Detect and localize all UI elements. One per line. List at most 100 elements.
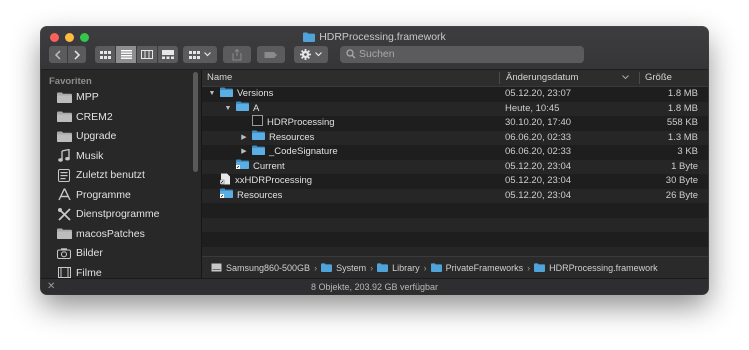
file-date: 05.12.20, 23:07 xyxy=(505,88,572,99)
folder-icon xyxy=(321,262,333,274)
list-item[interactable]: ▼ Versions 05.12.20, 23:07 1.8 MB xyxy=(202,87,708,102)
folder-icon xyxy=(252,145,265,161)
share-icon xyxy=(232,48,242,60)
back-button[interactable] xyxy=(49,46,68,63)
chevron-right-icon: › xyxy=(423,263,427,273)
list-item[interactable]: ▶ _CodeSignature 06.06.20, 02:33 3 KB xyxy=(202,145,708,160)
sidebar-item-recents[interactable]: Zuletzt benutzt xyxy=(56,166,145,184)
path-item[interactable]: Samsung860-500GB xyxy=(211,263,310,274)
sidebar-item-label: Filme xyxy=(76,266,102,279)
file-name: _CodeSignature xyxy=(269,146,338,157)
window-title-text: HDRProcessing.framework xyxy=(319,31,446,43)
hard-drive-icon xyxy=(211,263,222,274)
disclosure-open-icon[interactable]: ▼ xyxy=(223,102,233,117)
file-size: 3 KB xyxy=(677,146,698,157)
disclosure-closed-icon[interactable]: ▶ xyxy=(239,131,249,146)
folder-icon xyxy=(56,110,72,124)
search-icon xyxy=(346,49,356,59)
search-field[interactable]: Suchen xyxy=(340,46,584,63)
path-item[interactable]: Library xyxy=(377,262,420,274)
path-item-label: PrivateFrameworks xyxy=(445,263,524,273)
sidebar-item-label: Zuletzt benutzt xyxy=(76,169,145,181)
sidebar-item-macospatches[interactable]: macosPatches xyxy=(56,225,145,243)
sidebar-item-label: Dienstprogramme xyxy=(76,208,160,220)
sidebar-item-label: CREM2 xyxy=(76,110,113,123)
file-size: 1.8 MB xyxy=(667,88,698,99)
list-item[interactable]: HDRProcessing 30.10.20, 17:40 558 KB xyxy=(202,115,708,131)
sidebar-item-bilder[interactable]: Bilder xyxy=(56,244,103,262)
folder-icon xyxy=(220,87,233,103)
chevron-down-icon xyxy=(315,52,322,57)
sidebar-item-label: Programme xyxy=(76,188,131,201)
sidebar-item-upgrade[interactable]: Upgrade xyxy=(56,127,116,145)
file-size: 26 Byte xyxy=(665,189,698,201)
path-item[interactable]: HDRProcessing.framework xyxy=(534,262,658,274)
close-sidebar-icon[interactable]: ✕ xyxy=(47,279,55,294)
tag-button[interactable] xyxy=(257,46,285,63)
chevron-right-icon: › xyxy=(527,263,531,273)
forward-button[interactable] xyxy=(68,46,86,63)
share-button[interactable] xyxy=(223,46,251,63)
chevron-left-icon xyxy=(54,49,61,60)
list-view-icon xyxy=(120,50,132,59)
list-view-button[interactable] xyxy=(116,46,137,63)
sidebar-item-dienstprogramme[interactable]: Dienstprogramme xyxy=(56,205,159,223)
utilities-icon xyxy=(56,207,72,221)
sidebar-item-programme[interactable]: Programme xyxy=(56,186,131,204)
search-placeholder: Suchen xyxy=(359,48,395,60)
sidebar-item-crem2[interactable]: CREM2 xyxy=(56,108,113,126)
list-item[interactable]: ▶ Resources 06.06.20, 02:33 1.3 MB xyxy=(202,130,708,146)
file-size: 558 KB xyxy=(666,117,698,128)
path-item-label: Samsung860-500GB xyxy=(226,263,311,273)
view-mode-control xyxy=(95,46,178,63)
finder-window: HDRProcessing.framework Suchen Favoriten… xyxy=(41,27,708,294)
gallery-view-icon xyxy=(162,50,174,59)
sort-chevron-icon xyxy=(622,70,629,86)
column-header-name[interactable]: Name xyxy=(207,70,232,86)
sidebar-item-mpp[interactable]: MPP xyxy=(56,88,99,106)
camera-icon xyxy=(56,246,72,260)
music-note-icon xyxy=(56,149,72,163)
file-list: Name Änderungsdatum Größe ▼ Versions 05.… xyxy=(202,70,708,278)
column-header-date[interactable]: Änderungsdatum xyxy=(506,70,578,86)
list-item[interactable]: Resources 05.12.20, 23:04 26 Byte xyxy=(202,188,708,204)
folder-icon xyxy=(430,262,442,274)
sidebar-scrollbar[interactable] xyxy=(193,72,198,172)
empty-row xyxy=(202,232,708,247)
chevron-down-icon xyxy=(204,52,211,57)
list-item[interactable]: xxHDRProcessing 05.12.20, 23:04 30 Byte xyxy=(202,173,708,189)
column-header-size[interactable]: Größe xyxy=(645,70,672,86)
path-item[interactable]: PrivateFrameworks xyxy=(430,262,524,274)
column-view-button[interactable] xyxy=(137,46,158,63)
file-name: HDRProcessing xyxy=(267,117,335,128)
list-item[interactable]: ▼ A Heute, 10:45 1.8 MB xyxy=(202,101,708,117)
navigation-buttons xyxy=(49,46,86,63)
status-bar: ✕ 8 Objekte, 203.92 GB verfügbar xyxy=(41,278,708,294)
disclosure-closed-icon[interactable]: ▶ xyxy=(239,145,249,160)
icon-view-button[interactable] xyxy=(95,46,116,63)
path-item[interactable]: System xyxy=(321,262,366,274)
status-text: 8 Objekte, 203.92 GB verfügbar xyxy=(310,282,439,292)
sidebar-item-filme[interactable]: Filme xyxy=(56,264,102,279)
list-item[interactable]: Current 05.12.20, 23:04 1 Byte xyxy=(202,159,708,174)
recents-icon xyxy=(56,168,72,182)
column-separator[interactable] xyxy=(499,72,500,84)
disclosure-open-icon[interactable]: ▼ xyxy=(207,87,217,102)
file-size: 1.3 MB xyxy=(667,131,698,143)
gear-icon xyxy=(300,49,311,60)
window-title: HDRProcessing.framework xyxy=(41,29,708,47)
folder-icon xyxy=(534,262,546,274)
file-date: 05.12.20, 23:04 xyxy=(505,175,572,186)
group-by-icon xyxy=(189,50,200,59)
group-by-button[interactable] xyxy=(183,46,217,63)
chevron-right-icon: › xyxy=(314,263,318,273)
gallery-view-button[interactable] xyxy=(158,46,178,63)
column-view-icon xyxy=(141,50,153,59)
file-size: 30 Byte xyxy=(665,175,698,186)
alias-folder-icon xyxy=(220,188,233,204)
path-item-label: HDRProcessing.framework xyxy=(549,263,658,273)
column-separator[interactable] xyxy=(639,72,640,84)
empty-row xyxy=(202,203,708,218)
sidebar-item-musik[interactable]: Musik xyxy=(56,147,103,165)
action-menu-button[interactable] xyxy=(294,46,328,63)
